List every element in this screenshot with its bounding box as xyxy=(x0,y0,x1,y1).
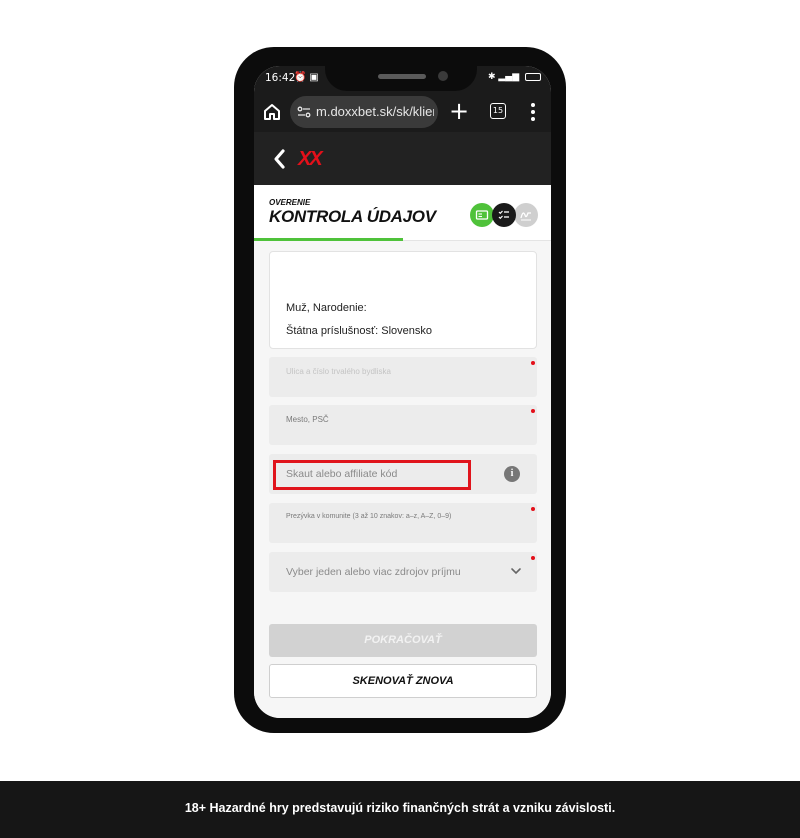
street-field[interactable]: Ulica a číslo trvalého bydliska xyxy=(269,357,537,397)
form-area: Muž, Narodenie: Štátna príslušnosť: Slov… xyxy=(254,241,551,718)
site-settings-icon[interactable] xyxy=(297,105,311,119)
nationality-line: Štátna príslušnosť: Slovensko xyxy=(286,325,432,337)
home-icon[interactable] xyxy=(262,102,282,122)
street-label: Ulica a číslo trvalého bydliska xyxy=(286,367,391,376)
continue-button[interactable]: POKRAČOVAŤ xyxy=(269,624,537,657)
phone-speaker xyxy=(378,74,426,79)
tab-count-icon[interactable]: 15 xyxy=(490,103,506,119)
step-signature-icon xyxy=(514,203,538,227)
page-title: KONTROLA ÚDAJOV xyxy=(269,207,436,226)
battery-icon xyxy=(525,72,541,81)
gender-birth-line: Muž, Narodenie: xyxy=(286,302,367,314)
disclaimer-text: 18+ Hazardné hry predstavujú riziko fina… xyxy=(184,801,616,815)
title-area: OVERENIE KONTROLA ÚDAJOV xyxy=(254,185,551,241)
income-placeholder: Vyber jeden alebo viac zdrojov príjmu xyxy=(286,566,461,578)
required-indicator xyxy=(531,556,535,560)
step-label: OVERENIE xyxy=(269,198,311,207)
url-text[interactable]: m.doxxbet.sk/sk/klien xyxy=(316,104,434,119)
info-icon[interactable]: i xyxy=(504,466,520,482)
status-right: ✱ ▂▄▆ xyxy=(488,72,541,82)
personal-info-card: Muž, Narodenie: Štátna príslušnosť: Slov… xyxy=(269,251,537,349)
rescan-button[interactable]: SKENOVAŤ ZNOVA xyxy=(269,664,537,698)
affiliate-placeholder: Skaut alebo affiliate kód xyxy=(286,468,398,480)
phone-notch xyxy=(325,49,477,91)
step-id-card-icon xyxy=(470,203,494,227)
signal-icon: ▂▄▆ xyxy=(498,72,520,82)
address-bar[interactable]: m.doxxbet.sk/sk/klien xyxy=(290,96,438,128)
more-menu-icon[interactable] xyxy=(529,101,537,123)
bluetooth-icon: ✱ xyxy=(487,72,496,82)
new-tab-icon[interactable]: + xyxy=(449,97,469,125)
brand-logo[interactable]: XX xyxy=(298,148,323,171)
income-source-select[interactable]: Vyber jeden alebo viac zdrojov príjmu xyxy=(269,552,537,592)
nickname-field[interactable]: Prezývka v komunite (3 až 10 znakov: a–z… xyxy=(269,503,537,543)
alarm-icon: ⏰ ▣ xyxy=(294,72,319,83)
affiliate-code-field[interactable]: Skaut alebo affiliate kód i xyxy=(269,454,537,494)
back-arrow-icon[interactable] xyxy=(272,148,286,170)
phone-screen: 16:42 ⏰ ▣ ✱ ▂▄▆ m.doxxbet.sk/sk/klien + … xyxy=(254,66,551,718)
required-indicator xyxy=(531,409,535,413)
chevron-down-icon[interactable] xyxy=(510,566,522,576)
app-header: XX xyxy=(254,132,551,185)
footer-banner: 18+ Hazardné hry predstavujú riziko fina… xyxy=(0,781,800,838)
status-time: 16:42 xyxy=(265,72,296,84)
step-checklist-icon xyxy=(492,203,516,227)
phone-camera xyxy=(438,71,448,81)
nickname-label: Prezývka v komunite (3 až 10 znakov: a–z… xyxy=(286,513,452,520)
required-indicator xyxy=(531,507,535,511)
required-indicator xyxy=(531,361,535,365)
step-indicator xyxy=(470,203,538,227)
city-field[interactable]: Mesto, PSČ xyxy=(269,405,537,445)
browser-toolbar: m.doxxbet.sk/sk/klien + 15 xyxy=(254,92,551,132)
page: 16:42 ⏰ ▣ ✱ ▂▄▆ m.doxxbet.sk/sk/klien + … xyxy=(0,0,800,838)
city-label: Mesto, PSČ xyxy=(286,415,329,424)
